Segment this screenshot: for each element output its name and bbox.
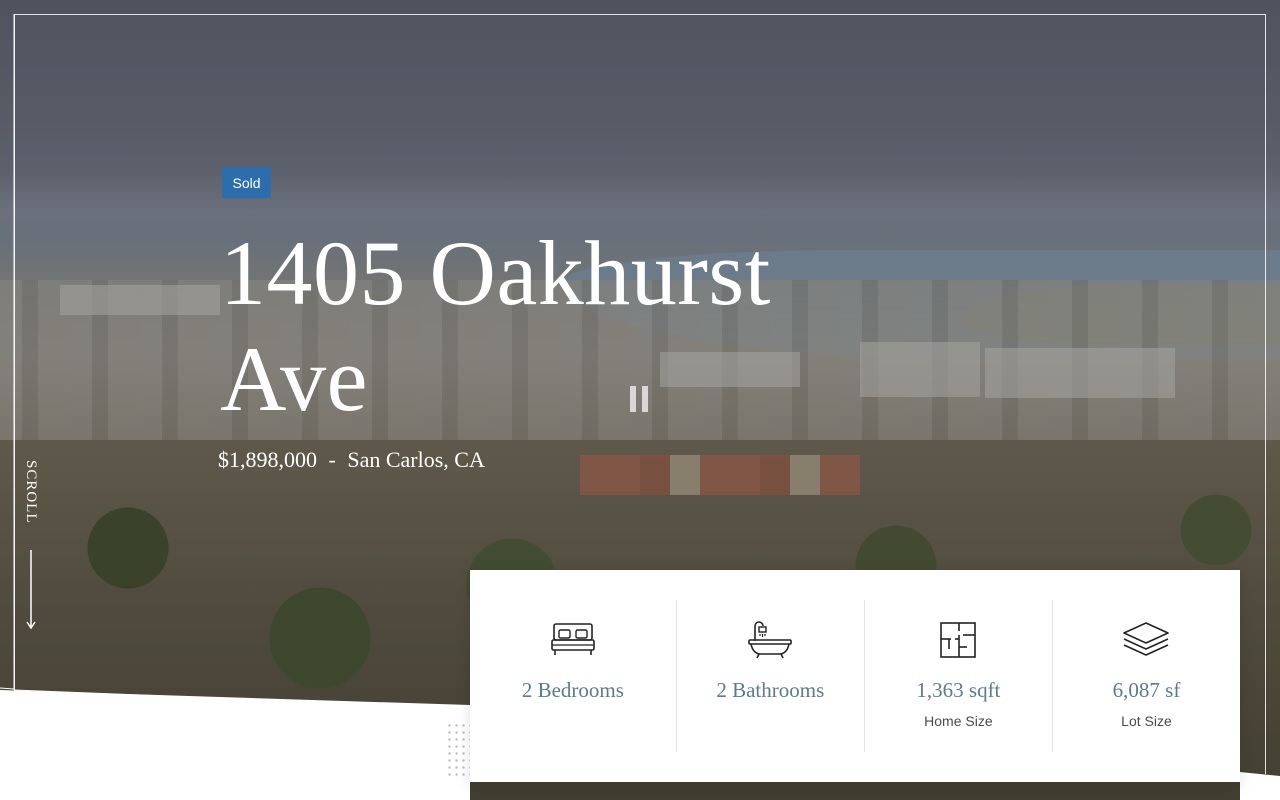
stat-value: 2 Bathrooms bbox=[716, 678, 825, 702]
layers-icon bbox=[1122, 620, 1170, 660]
separator: - bbox=[328, 447, 336, 472]
stat-value: 1,363 sqft bbox=[916, 678, 1001, 702]
pause-icon bbox=[630, 386, 636, 412]
property-price: $1,898,000 bbox=[218, 447, 317, 472]
scroll-indicator[interactable]: SCROLL bbox=[22, 460, 42, 630]
stat-value: 2 Bedrooms bbox=[521, 678, 624, 702]
stat-home-size: 1,363 sqft Home Size bbox=[865, 600, 1053, 752]
stat-value: 6,087 sf bbox=[1112, 678, 1181, 702]
arrow-down-icon bbox=[26, 550, 36, 630]
property-stats-card: 2 Bedrooms 2 Bathrooms 1,363 sqft Home S… bbox=[470, 570, 1240, 782]
pause-video-button[interactable] bbox=[630, 386, 652, 412]
stat-lot-size: 6,087 sf Lot Size bbox=[1053, 600, 1240, 752]
stat-bedrooms: 2 Bedrooms bbox=[470, 600, 677, 752]
property-address: 1405 Oakhurst Ave bbox=[220, 222, 771, 430]
stat-bathrooms: 2 Bathrooms bbox=[677, 600, 865, 752]
status-badge: Sold bbox=[222, 167, 271, 198]
property-location: San Carlos, CA bbox=[347, 447, 485, 472]
bathtub-icon bbox=[746, 620, 794, 660]
pause-icon bbox=[642, 386, 648, 412]
price-location: $1,898,000 - San Carlos, CA bbox=[218, 447, 485, 473]
stat-label: Lot Size bbox=[1121, 713, 1172, 729]
bed-icon bbox=[549, 620, 597, 660]
floor-plan-icon bbox=[934, 620, 982, 660]
stat-label: Home Size bbox=[924, 713, 993, 729]
scroll-label: SCROLL bbox=[23, 460, 39, 524]
